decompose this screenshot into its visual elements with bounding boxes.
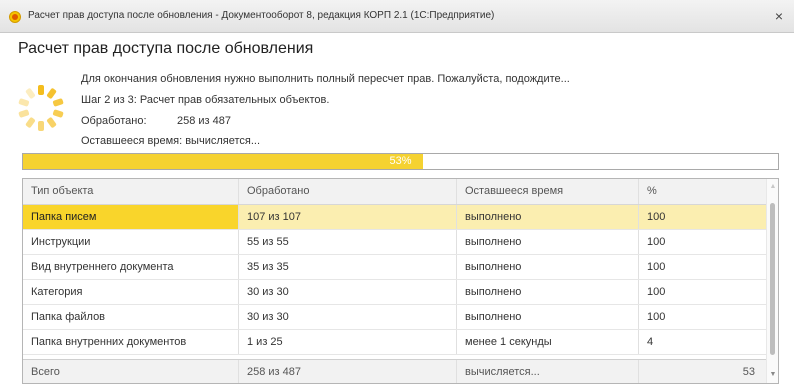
cell-processed: 107 из 107	[239, 205, 457, 229]
cell-object-type: Вид внутреннего документа	[23, 255, 239, 279]
cell-percent: 100	[647, 286, 666, 298]
cell-remaining-time: выполнено	[457, 280, 639, 304]
remaining-time-text: Оставшееся время: вычисляется...	[81, 135, 261, 147]
table-row[interactable]: Категория 30 из 30 выполнено 100	[23, 280, 767, 305]
processed-info: Обработано: 258 из 487	[81, 115, 231, 127]
objects-table[interactable]: Тип объекта Обработано Оставшееся время …	[22, 178, 779, 384]
cell-percent: 4	[647, 336, 654, 348]
spinner-segment	[18, 98, 30, 107]
processed-label: Обработано:	[81, 115, 147, 127]
close-button[interactable]: ×	[770, 7, 788, 25]
vertical-scrollbar[interactable]: ▲ ▼	[766, 179, 778, 383]
1c-logo-icon	[9, 11, 21, 23]
table-row[interactable]: Инструкции 55 из 55 выполнено 100	[23, 230, 767, 255]
cell-percent: 100	[647, 261, 666, 273]
progress-label: 53%	[389, 155, 412, 167]
table-footer-totals: Всего 258 из 487 вычисляется... 53	[23, 359, 767, 383]
spinner-segment	[46, 87, 57, 100]
processed-value: 258 из 487	[177, 115, 232, 127]
progress-bar: 53%	[22, 153, 779, 170]
table-row[interactable]: Вид внутреннего документа 35 из 35 выпол…	[23, 255, 767, 280]
spinner-segment	[52, 98, 64, 107]
cell-processed: 1 из 25	[239, 330, 457, 354]
cell-processed: 30 из 30	[239, 280, 457, 304]
cell-object-type: Папка файлов	[23, 305, 239, 329]
spinner-segment	[38, 85, 44, 95]
loading-spinner-icon	[18, 85, 64, 131]
spinner-segment	[46, 116, 57, 129]
cell-processed: 55 из 55	[239, 230, 457, 254]
spinner-segment	[18, 109, 30, 118]
cell-remaining-time: менее 1 секунды	[457, 330, 639, 354]
cell-remaining-time: выполнено	[457, 255, 639, 279]
footer-total-label: Всего	[23, 360, 239, 383]
cell-object-type: Категория	[23, 280, 239, 304]
scroll-up-arrow-icon[interactable]: ▲	[767, 181, 778, 193]
window-title: Расчет прав доступа после обновления - Д…	[28, 10, 495, 21]
form-title: Расчет прав доступа после обновления	[18, 40, 314, 57]
footer-total-remaining: вычисляется...	[457, 360, 639, 383]
cell-remaining-time: выполнено	[457, 305, 639, 329]
column-header-percent[interactable]: %	[639, 179, 767, 204]
footer-total-percent: 53	[742, 366, 755, 378]
table-row[interactable]: Папка файлов 30 из 30 выполнено 100	[23, 305, 767, 330]
cell-percent: 100	[639, 205, 767, 229]
cell-processed: 35 из 35	[239, 255, 457, 279]
scroll-down-arrow-icon[interactable]: ▼	[767, 369, 778, 381]
spinner-segment	[38, 121, 44, 131]
cell-remaining-time: выполнено	[457, 205, 639, 229]
footer-total-processed: 258 из 487	[239, 360, 457, 383]
table-row[interactable]: Папка внутренних документов 1 из 25 мене…	[23, 330, 767, 355]
column-header-processed[interactable]: Обработано	[239, 179, 457, 204]
cell-percent: 100	[647, 311, 666, 323]
status-message: Для окончания обновления нужно выполнить…	[81, 73, 570, 85]
step-text: Шаг 2 из 3: Расчет прав обязательных объ…	[81, 94, 330, 106]
spinner-segment	[52, 109, 64, 118]
column-header-object-type[interactable]: Тип объекта	[23, 179, 239, 204]
spinner-segment	[25, 87, 36, 100]
table-header: Тип объекта Обработано Оставшееся время …	[23, 179, 767, 205]
cell-object-type: Папка писем	[23, 205, 239, 229]
cell-remaining-time: выполнено	[457, 230, 639, 254]
window-titlebar: Расчет прав доступа после обновления - Д…	[0, 0, 794, 33]
cell-processed: 30 из 30	[239, 305, 457, 329]
spinner-segment	[25, 116, 36, 129]
cell-object-type: Инструкции	[23, 230, 239, 254]
cell-object-type: Папка внутренних документов	[23, 330, 239, 354]
column-header-remaining-time[interactable]: Оставшееся время	[457, 179, 639, 204]
scrollbar-thumb[interactable]	[770, 203, 775, 355]
table-row[interactable]: Папка писем 107 из 107 выполнено 100	[23, 205, 767, 230]
cell-percent: 100	[647, 236, 666, 248]
